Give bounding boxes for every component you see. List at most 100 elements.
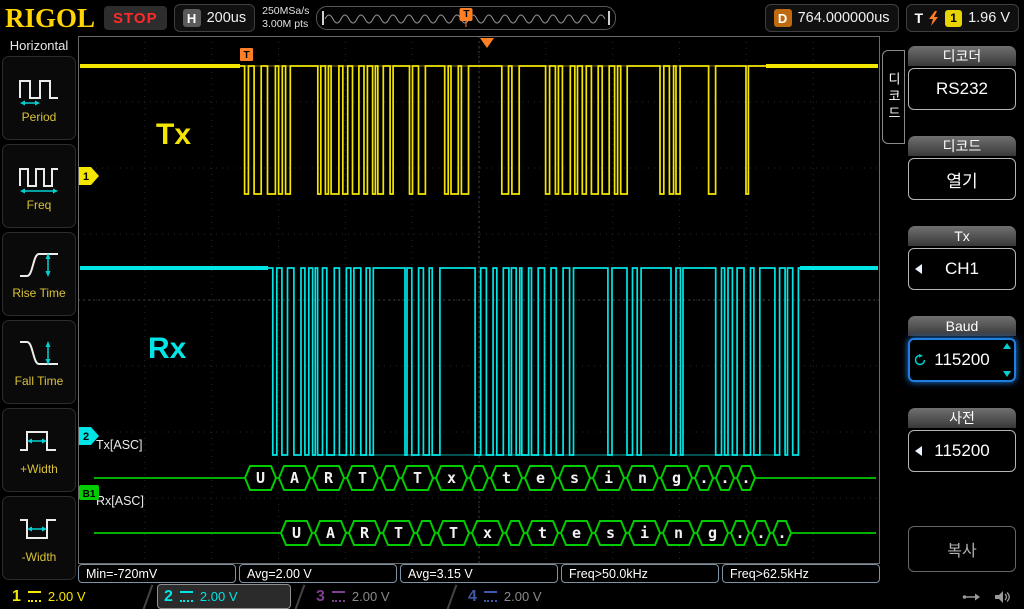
ch1-trace bbox=[240, 66, 766, 194]
decode-char: x bbox=[447, 469, 456, 487]
wave-label: 2 bbox=[83, 431, 89, 443]
d-label: D bbox=[774, 9, 792, 27]
menu-item-label: Rise Time bbox=[12, 287, 65, 300]
decode-char-box bbox=[506, 521, 524, 545]
decode-char: s bbox=[570, 469, 579, 487]
menu-item-label: +Width bbox=[20, 463, 58, 476]
decode-char: e bbox=[536, 469, 545, 487]
menu-item-plus-width[interactable]: +Width bbox=[2, 408, 76, 492]
tx-source-button[interactable]: CH1 bbox=[908, 248, 1016, 290]
divider bbox=[447, 584, 458, 609]
top-status-bar: RIGOL STOP H 200us 250MSa/s 3.00M pts T … bbox=[0, 0, 1024, 36]
decode-char-box bbox=[381, 466, 399, 490]
plus-width-icon bbox=[17, 424, 61, 458]
increment-icon[interactable] bbox=[1003, 343, 1011, 349]
menu-section-preset: 사전 115200 bbox=[908, 408, 1016, 472]
trigger-readout[interactable]: T 1 1.96 V bbox=[906, 4, 1019, 32]
trigger-position-icon[interactable] bbox=[480, 38, 494, 48]
measurement-value: Freq>50.0kHz bbox=[569, 567, 648, 581]
wave-label: Tx[ASC] bbox=[96, 438, 143, 452]
measurement-item: Min=-720mV bbox=[78, 564, 236, 583]
memory-depth: 3.00M pts bbox=[262, 18, 309, 31]
section-value: 115200 bbox=[934, 350, 989, 370]
menu-item-freq[interactable]: Freq bbox=[2, 144, 76, 228]
waveform-position-bar[interactable]: T bbox=[316, 6, 616, 30]
dc-coupling-icon bbox=[484, 591, 497, 602]
decode-char: T bbox=[449, 524, 458, 542]
divider bbox=[143, 584, 154, 609]
rise-time-icon bbox=[17, 248, 61, 282]
decode-char: i bbox=[640, 524, 649, 542]
run-state-indicator[interactable]: STOP bbox=[104, 6, 167, 30]
measurement-value: Freq>62.5kHz bbox=[730, 567, 809, 581]
decode-char: . bbox=[756, 524, 765, 542]
horizontal-timebase[interactable]: H 200us bbox=[174, 4, 256, 32]
measurement-item: Freq>62.5kHz bbox=[722, 564, 880, 583]
trigger-position-marker[interactable]: T bbox=[460, 8, 473, 21]
channel-status-bar: 1 2.00 V 2 2.00 V 3 2.00 V 4 2.00 V bbox=[0, 584, 1024, 609]
measurement-item: Freq>50.0kHz bbox=[561, 564, 719, 583]
usb-icon bbox=[962, 590, 982, 604]
decode-char: . bbox=[699, 469, 708, 487]
decode-open-button[interactable]: 열기 bbox=[908, 158, 1016, 200]
dc-coupling-icon bbox=[180, 591, 193, 602]
decode-char: n bbox=[638, 469, 647, 487]
decode-char: g bbox=[708, 524, 717, 542]
waveform-display: UARTTxtesing...UARTTxtesing...TxRxTx[ASC… bbox=[78, 36, 880, 564]
decode-char: e bbox=[572, 524, 581, 542]
trigger-edge-icon bbox=[929, 11, 939, 26]
decode-char: U bbox=[292, 524, 301, 542]
wave-label: Tx bbox=[156, 118, 191, 151]
decode-char: n bbox=[674, 524, 683, 542]
rigol-logo: RIGOL bbox=[5, 3, 95, 34]
channel-4-status[interactable]: 4 2.00 V bbox=[462, 585, 594, 608]
oscilloscope-screen: RIGOL STOP H 200us 250MSa/s 3.00M pts T … bbox=[0, 0, 1024, 609]
menu-item-rise-time[interactable]: Rise Time bbox=[2, 232, 76, 316]
trigger-source-badge: 1 bbox=[945, 10, 962, 27]
delay-readout[interactable]: D 764.000000us bbox=[765, 4, 899, 32]
menu-item-period[interactable]: Period bbox=[2, 56, 76, 140]
channel-2-status[interactable]: 2 2.00 V bbox=[158, 585, 290, 608]
baud-rate-button[interactable]: 115200 bbox=[908, 338, 1016, 382]
timebase-value: 200us bbox=[207, 10, 247, 26]
wave-label: 1 bbox=[83, 171, 89, 183]
preset-baud-button[interactable]: 115200 bbox=[908, 430, 1016, 472]
divider bbox=[295, 584, 306, 609]
measurement-value: Avg=2.00 V bbox=[247, 567, 312, 581]
channel-1-status[interactable]: 1 2.00 V bbox=[6, 585, 138, 608]
wave-label: Rx bbox=[148, 332, 187, 365]
decode-char-box bbox=[417, 521, 435, 545]
decode-char: T bbox=[358, 469, 367, 487]
measurement-item: Avg=2.00 V bbox=[239, 564, 397, 583]
decrement-icon[interactable] bbox=[1003, 371, 1011, 377]
decode-char: g bbox=[672, 469, 681, 487]
decode-char: U bbox=[256, 469, 265, 487]
trigger-level-value: 1.96 V bbox=[968, 10, 1010, 26]
left-menu: Horizontal Period Freq Rise Tim bbox=[0, 36, 78, 584]
menu-section-baud: Baud 115200 bbox=[908, 316, 1016, 382]
decoder-type-button[interactable]: RS232 bbox=[908, 68, 1016, 110]
sample-rate: 250MSa/s bbox=[262, 5, 309, 18]
decode-char: T bbox=[394, 524, 403, 542]
measurement-value: Avg=3.15 V bbox=[408, 567, 473, 581]
wave-label: T bbox=[243, 50, 249, 61]
decode-char: . bbox=[777, 524, 786, 542]
channel-scale: 2.00 V bbox=[352, 589, 390, 604]
channel-3-status[interactable]: 3 2.00 V bbox=[310, 585, 442, 608]
decode-char: x bbox=[483, 524, 492, 542]
measurement-bar: Min=-720mV Avg=2.00 V Avg=3.15 V Freq>50… bbox=[78, 564, 880, 583]
copy-button[interactable]: 복사 bbox=[908, 526, 1016, 572]
decode-char: A bbox=[326, 524, 335, 542]
menu-item-fall-time[interactable]: Fall Time bbox=[2, 320, 76, 404]
menu-item-label: Period bbox=[22, 111, 57, 124]
left-arrow-icon bbox=[915, 264, 922, 274]
decode-panel-tab[interactable]: 디코드 bbox=[882, 50, 905, 144]
fall-time-icon bbox=[17, 336, 61, 370]
right-menu: 디코더 RS232 디코드 열기 Tx CH1 Baud bbox=[904, 36, 1024, 584]
menu-item-minus-width[interactable]: -Width bbox=[2, 496, 76, 580]
channel-number: 4 bbox=[468, 588, 477, 606]
decode-char-box bbox=[470, 466, 488, 490]
freq-icon bbox=[17, 160, 61, 194]
menu-item-label: -Width bbox=[22, 551, 57, 564]
section-header: Baud bbox=[908, 316, 1016, 336]
